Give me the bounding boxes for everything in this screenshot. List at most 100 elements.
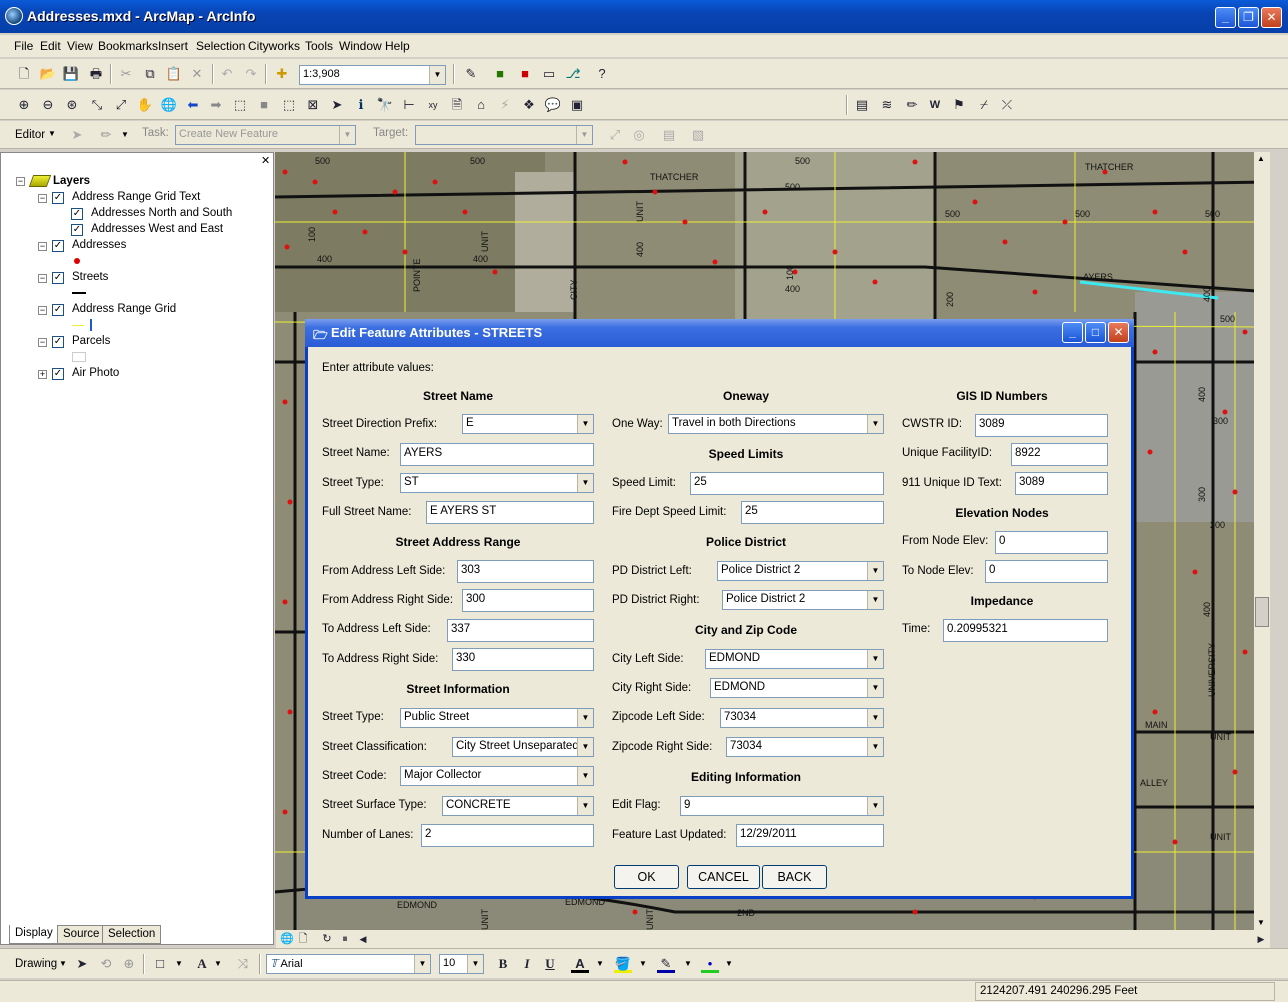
copy-icon[interactable]: ⧉ (141, 65, 159, 83)
attribute-table-icon[interactable]: ▤ (853, 96, 871, 114)
back-extent-icon[interactable]: ⬅ (184, 96, 202, 114)
menu-view[interactable]: View (67, 39, 93, 53)
streets-collapse-icon[interactable]: − (38, 274, 47, 283)
scroll-right-arrow-icon[interactable]: ▶ (1252, 930, 1270, 948)
addresses-collapse-icon[interactable]: − (38, 242, 47, 251)
rectangle-icon[interactable]: □ (151, 955, 169, 973)
line-color-icon[interactable]: ✎ (657, 955, 675, 973)
attributes-icon[interactable]: ▤ (660, 126, 678, 144)
surface-type-select[interactable]: CONCRETE ▼ (442, 796, 594, 816)
toc-layer-address-range-grid-text[interactable]: Address Range Grid Text (72, 191, 200, 203)
bold-button[interactable]: B (494, 955, 512, 973)
close-button[interactable]: ✕ (1261, 7, 1282, 28)
font-color-dropdown-icon[interactable]: ▼ (596, 959, 604, 968)
layers-collapse-icon[interactable]: − (16, 177, 25, 186)
select-elements-icon[interactable]: ➤ (73, 955, 91, 973)
dialog-title-bar[interactable]: 🗁 Edit Feature Attributes - STREETS _ □ … (305, 319, 1134, 347)
from-left-input[interactable]: 303 (457, 560, 594, 583)
rotate-tool-icon[interactable]: ◎ (630, 126, 648, 144)
cut-icon[interactable]: ✂ (117, 65, 135, 83)
pd-right-select[interactable]: Police District 2 ▼ (722, 590, 884, 610)
addresses-west-east-checkbox[interactable]: ✓ (71, 224, 83, 236)
to-right-input[interactable]: 330 (452, 648, 594, 671)
air-photo-expand-icon[interactable]: + (38, 370, 47, 379)
to-left-input[interactable]: 337 (447, 619, 594, 642)
fixed-zoom-in-icon[interactable]: ⤡ (88, 96, 106, 114)
layout-icon[interactable]: ▣ (568, 96, 586, 114)
menu-file[interactable]: File (14, 39, 33, 53)
city-left-select[interactable]: EDMOND ▼ (705, 649, 884, 669)
zoom-out-icon[interactable]: ⊖ (39, 96, 57, 114)
last-updated-input[interactable]: 12/29/2011 (736, 824, 884, 847)
split-line-icon[interactable]: ⌿ (975, 96, 993, 114)
clear-selection-icon[interactable]: ■ (255, 96, 273, 114)
toc-layer-addresses[interactable]: Addresses (72, 239, 126, 251)
editor-dropdown-arrow-icon[interactable]: ▼ (48, 129, 56, 138)
toc-layer-air-photo[interactable]: Air Photo (72, 367, 119, 379)
target-combo[interactable]: ▼ (415, 125, 593, 145)
sketch-properties-icon[interactable]: ▧ (689, 126, 707, 144)
to-elev-input[interactable]: 0 (985, 560, 1108, 583)
menu-tools[interactable]: Tools (305, 39, 333, 53)
fire-speed-input[interactable]: 25 (741, 501, 884, 524)
addresses-north-south-checkbox[interactable]: ✓ (71, 208, 83, 220)
select-elements-icon[interactable]: ➤ (328, 96, 346, 114)
lanes-input[interactable]: 2 (421, 824, 594, 847)
delete-icon[interactable]: ✕ (188, 65, 206, 83)
edit-vertices-icon[interactable]: ⤨ (234, 955, 252, 973)
drawing-menu[interactable]: Drawing (15, 958, 57, 970)
dialog-close-button[interactable]: ✕ (1108, 322, 1129, 343)
width-icon[interactable]: W (926, 96, 944, 114)
zoom-in-icon[interactable]: ⊕ (15, 96, 33, 114)
arctoolbox-icon[interactable]: ■ (491, 65, 509, 83)
air-photo-checkbox[interactable]: ✓ (52, 368, 64, 380)
back-button[interactable]: BACK (762, 865, 827, 889)
street-type-select[interactable]: ST ▼ (400, 473, 594, 493)
editor-menu[interactable]: Editor (15, 129, 45, 141)
toolbox-red-icon[interactable]: ■ (516, 65, 534, 83)
addresses-checkbox[interactable]: ✓ (52, 240, 64, 252)
oneway-select[interactable]: Travel in both Directions ▼ (668, 414, 884, 434)
scroll-up-arrow-icon[interactable]: ▲ (1257, 154, 1265, 163)
street-name-input[interactable]: AYERS (400, 443, 594, 466)
zip-right-select[interactable]: 73034 ▼ (726, 737, 884, 757)
rotate-element-icon[interactable]: ⟲ (97, 955, 115, 973)
from-right-input[interactable]: 300 (462, 589, 594, 612)
zoom-select-icon[interactable]: ⊛ (63, 96, 81, 114)
clear-graphics-icon[interactable]: ⊠ (304, 96, 322, 114)
menu-cityworks[interactable]: Cityworks (248, 39, 300, 53)
shape-dropdown-arrow-icon[interactable]: ▼ (175, 959, 183, 968)
editor-toolbar-icon[interactable]: ✎ (462, 65, 480, 83)
forward-extent-icon[interactable]: ➡ (207, 96, 225, 114)
pan-icon[interactable]: ✋ (136, 96, 154, 114)
toc-layer-parcels[interactable]: Parcels (72, 335, 110, 347)
streets-checkbox[interactable]: ✓ (52, 272, 64, 284)
redo-icon[interactable]: ↷ (242, 65, 260, 83)
classification-select[interactable]: City Street Unseparated ▼ (452, 737, 594, 757)
from-elev-input[interactable]: 0 (995, 531, 1108, 554)
address-grid-text-checkbox[interactable]: ✓ (52, 192, 64, 204)
zip-left-select[interactable]: 73034 ▼ (720, 708, 884, 728)
info-street-type-select[interactable]: Public Street ▼ (400, 708, 594, 728)
split-tool-icon[interactable]: ⤢ (606, 126, 624, 144)
scroll-left-arrow-icon[interactable]: ◀ (354, 930, 372, 948)
measure-icon[interactable]: ⊢ (400, 96, 418, 114)
comment-icon[interactable]: 💬 (544, 96, 562, 114)
sketch-dropdown-arrow-icon[interactable]: ▼ (121, 130, 129, 139)
drawing-dropdown-arrow-icon[interactable]: ▼ (59, 959, 67, 968)
facility-id-input[interactable]: 8922 (1011, 443, 1108, 466)
underline-button[interactable]: U (541, 955, 559, 973)
tab-selection[interactable]: Selection (102, 925, 162, 944)
time-input[interactable]: 0.20995321 (943, 619, 1108, 642)
edit-tool-icon[interactable]: ➤ (68, 126, 86, 144)
address-grid-collapse-icon[interactable]: − (38, 306, 47, 315)
pd-left-select[interactable]: Police District 2 ▼ (717, 561, 884, 581)
fill-color-dropdown-icon[interactable]: ▼ (639, 959, 647, 968)
new-document-icon[interactable]: 🗋 (15, 65, 33, 83)
scroll-down-arrow-icon[interactable]: ▼ (1257, 918, 1265, 927)
toc-layer-addresses-north-south[interactable]: Addresses North and South (91, 207, 232, 219)
edit-flag-select[interactable]: 9 ▼ (680, 796, 884, 816)
toc-layer-address-range-grid[interactable]: Address Range Grid (72, 303, 176, 315)
paste-icon[interactable]: 📋 (165, 65, 183, 83)
dialog-maximize-button[interactable]: □ (1085, 322, 1106, 343)
